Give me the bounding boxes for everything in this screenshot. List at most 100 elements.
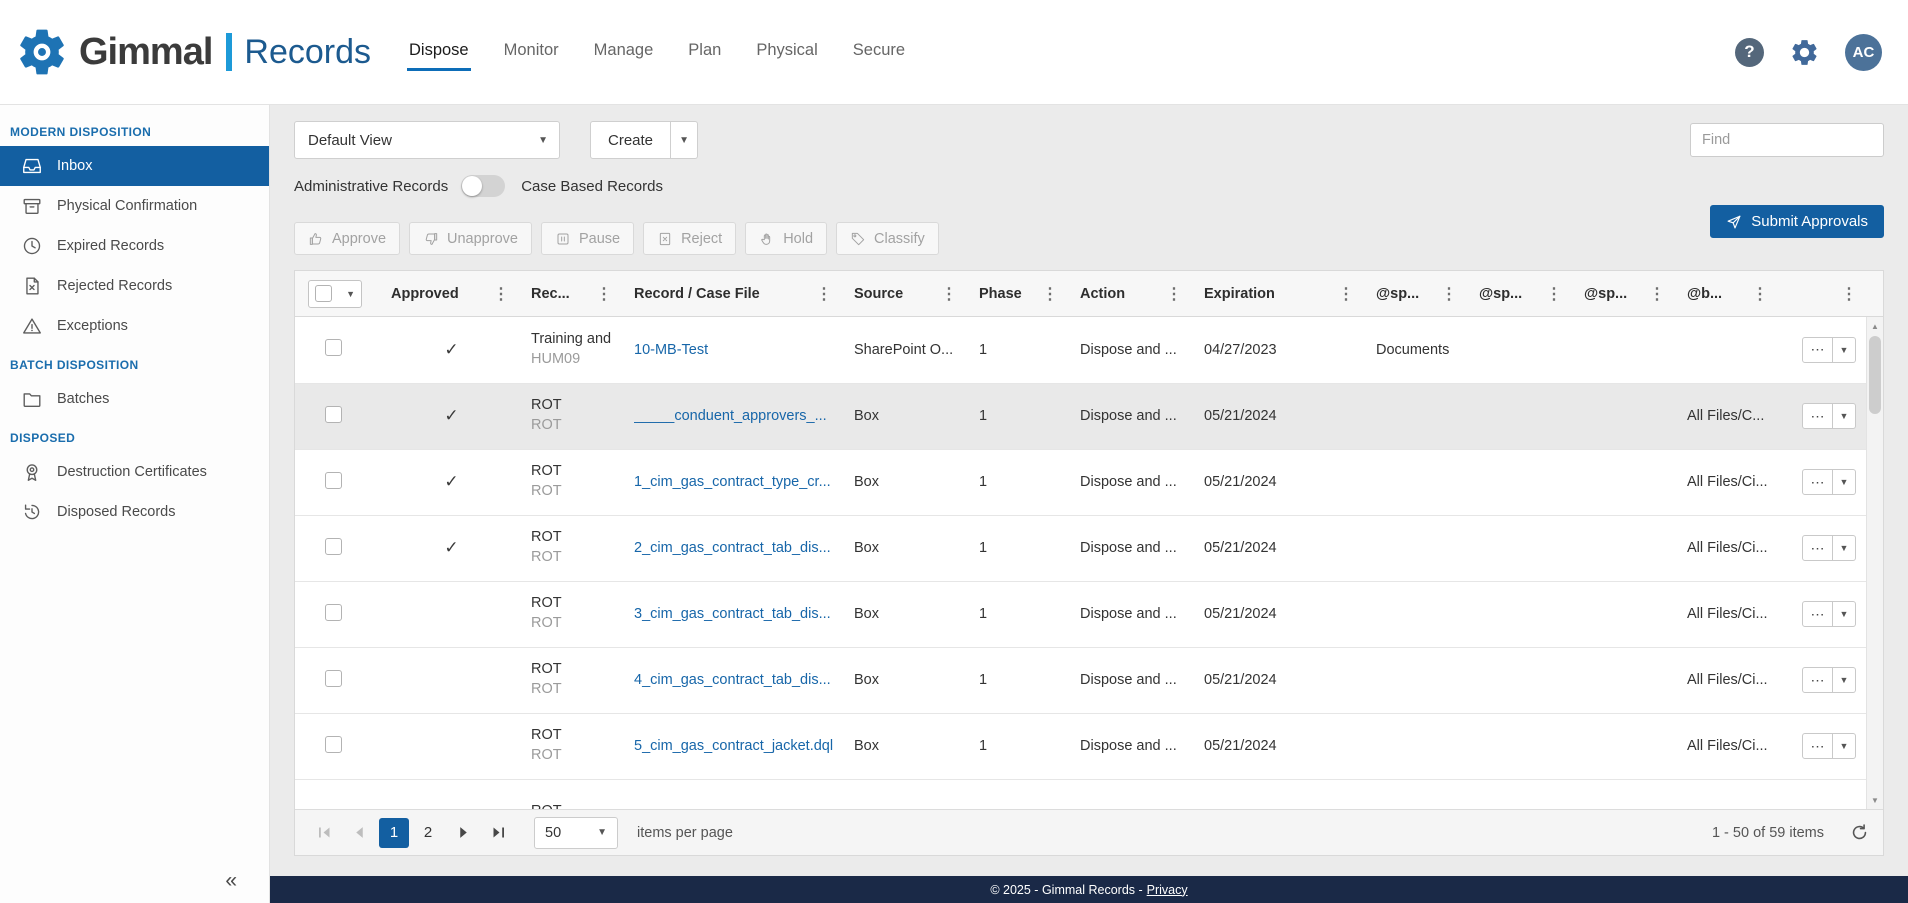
find-input[interactable] bbox=[1690, 123, 1884, 157]
last-page-button[interactable] bbox=[483, 818, 513, 848]
column-header-b[interactable]: @b... bbox=[1687, 286, 1722, 302]
row-more-button[interactable]: ⋯ bbox=[1802, 535, 1833, 561]
column-header-sp[interactable]: @sp... bbox=[1584, 286, 1627, 302]
settings-gear-icon[interactable] bbox=[1789, 37, 1820, 68]
column-header-phase[interactable]: Phase bbox=[979, 286, 1022, 302]
record-link[interactable]: 4_cim_gas_contract_tab_dis... bbox=[634, 672, 835, 688]
hold-button[interactable]: Hold bbox=[745, 222, 827, 255]
row-checkbox[interactable] bbox=[325, 670, 342, 687]
create-dropdown-button[interactable]: ▼ bbox=[671, 121, 698, 159]
unapprove-button[interactable]: Unapprove bbox=[409, 222, 532, 255]
column-menu-icon[interactable]: ⋮ bbox=[490, 284, 512, 304]
sidebar-collapse-button[interactable]: « bbox=[225, 869, 269, 903]
table-row[interactable]: ROTROT5_cim_gas_contract_jacket.dqlBox1D… bbox=[295, 713, 1883, 779]
column-menu-icon[interactable]: ⋮ bbox=[1543, 284, 1565, 304]
column-menu-icon[interactable]: ⋮ bbox=[813, 284, 835, 304]
row-dropdown-button[interactable]: ▼ bbox=[1833, 469, 1856, 495]
table-row[interactable]: ✓ROTROT_____conduent_approvers_...Box1Di… bbox=[295, 383, 1883, 449]
scrollbar-thumb[interactable] bbox=[1869, 336, 1881, 414]
submit-approvals-button[interactable]: Submit Approvals bbox=[1710, 205, 1884, 238]
row-checkbox[interactable] bbox=[325, 604, 342, 621]
create-button[interactable]: Create bbox=[590, 121, 671, 159]
row-checkbox[interactable] bbox=[325, 472, 342, 489]
scroll-down-icon[interactable]: ▼ bbox=[1867, 792, 1883, 808]
table-row[interactable]: ✓ROTROT2_cim_gas_contract_tab_dis...Box1… bbox=[295, 515, 1883, 581]
column-menu-icon[interactable]: ⋮ bbox=[1163, 284, 1185, 304]
table-row[interactable]: ROTROT4_cim_gas_contract_tab_dis...Box1D… bbox=[295, 647, 1883, 713]
sidebar-item-destruction-certificates[interactable]: Destruction Certificates bbox=[0, 452, 269, 492]
row-checkbox[interactable] bbox=[325, 538, 342, 555]
sidebar-item-expired-records[interactable]: Expired Records bbox=[0, 226, 269, 266]
sidebar-item-inbox[interactable]: Inbox bbox=[0, 146, 269, 186]
column-menu-icon[interactable]: ⋮ bbox=[1646, 284, 1668, 304]
first-page-button[interactable] bbox=[309, 818, 339, 848]
nav-tab-monitor[interactable]: Monitor bbox=[502, 33, 561, 71]
column-menu-icon[interactable]: ⋮ bbox=[1335, 284, 1357, 304]
column-menu-icon[interactable]: ⋮ bbox=[1438, 284, 1460, 304]
refresh-icon[interactable] bbox=[1850, 823, 1869, 842]
row-checkbox[interactable] bbox=[325, 339, 342, 356]
column-menu-icon[interactable]: ⋮ bbox=[1039, 284, 1061, 304]
row-more-button[interactable]: ⋯ bbox=[1802, 337, 1833, 363]
row-more-button[interactable]: ⋯ bbox=[1802, 733, 1833, 759]
column-header-source[interactable]: Source bbox=[854, 286, 903, 302]
sidebar-item-batches[interactable]: Batches bbox=[0, 379, 269, 419]
help-button[interactable]: ? bbox=[1735, 38, 1764, 67]
row-checkbox[interactable] bbox=[325, 406, 342, 423]
column-header-approved[interactable]: Approved bbox=[391, 286, 459, 302]
view-select[interactable]: Default View ▼ bbox=[294, 121, 560, 159]
row-more-button[interactable]: ⋯ bbox=[1802, 601, 1833, 627]
sidebar-item-disposed-records[interactable]: Disposed Records bbox=[0, 492, 269, 532]
previous-page-button[interactable] bbox=[344, 818, 374, 848]
select-all-combo[interactable]: ▼ bbox=[308, 280, 362, 308]
column-header-sp[interactable]: @sp... bbox=[1376, 286, 1419, 302]
page-button-1[interactable]: 1 bbox=[379, 818, 409, 848]
row-checkbox[interactable] bbox=[325, 736, 342, 753]
row-dropdown-button[interactable]: ▼ bbox=[1833, 403, 1856, 429]
column-menu-icon[interactable]: ⋮ bbox=[593, 284, 615, 304]
classify-button[interactable]: Classify bbox=[836, 222, 939, 255]
reject-button[interactable]: Reject bbox=[643, 222, 736, 255]
row-more-button[interactable]: ⋯ bbox=[1802, 469, 1833, 495]
select-all-dropdown-icon[interactable]: ▼ bbox=[346, 289, 355, 299]
nav-tab-secure[interactable]: Secure bbox=[851, 33, 907, 71]
scroll-up-icon[interactable]: ▲ bbox=[1867, 318, 1883, 334]
column-header-rec[interactable]: Rec... bbox=[531, 286, 570, 302]
privacy-link[interactable]: Privacy bbox=[1147, 883, 1188, 897]
sidebar-item-exceptions[interactable]: Exceptions bbox=[0, 306, 269, 346]
record-link[interactable]: 1_cim_gas_contract_type_cr... bbox=[634, 474, 835, 490]
approve-button[interactable]: Approve bbox=[294, 222, 400, 255]
row-more-button[interactable]: ⋯ bbox=[1802, 403, 1833, 429]
table-row[interactable]: ROTROT3_cim_gas_contract_tab_dis...Box1D… bbox=[295, 581, 1883, 647]
select-all-checkbox[interactable] bbox=[315, 285, 332, 302]
record-link[interactable]: 3_cim_gas_contract_tab_dis... bbox=[634, 606, 835, 622]
vertical-scrollbar[interactable]: ▲ ▼ bbox=[1866, 317, 1883, 809]
nav-tab-physical[interactable]: Physical bbox=[754, 33, 819, 71]
row-dropdown-button[interactable]: ▼ bbox=[1833, 667, 1856, 693]
column-menu-icon[interactable]: ⋮ bbox=[1749, 284, 1771, 304]
sidebar-item-rejected-records[interactable]: Rejected Records bbox=[0, 266, 269, 306]
record-link[interactable]: 5_cim_gas_contract_jacket.dql bbox=[634, 738, 835, 754]
nav-tab-dispose[interactable]: Dispose bbox=[407, 33, 471, 71]
column-header-sp[interactable]: @sp... bbox=[1479, 286, 1522, 302]
table-row[interactable]: ROT bbox=[295, 779, 1883, 809]
nav-tab-manage[interactable]: Manage bbox=[592, 33, 656, 71]
page-button-2[interactable]: 2 bbox=[413, 818, 443, 848]
row-dropdown-button[interactable]: ▼ bbox=[1833, 337, 1856, 363]
table-row[interactable]: ✓Training and DHUM0910-MB-TestSharePoint… bbox=[295, 317, 1883, 383]
row-dropdown-button[interactable]: ▼ bbox=[1833, 535, 1856, 561]
column-header-expiration[interactable]: Expiration bbox=[1204, 286, 1275, 302]
record-link[interactable]: _____conduent_approvers_... bbox=[634, 408, 835, 424]
row-dropdown-button[interactable]: ▼ bbox=[1833, 601, 1856, 627]
column-menu-icon[interactable]: ⋮ bbox=[1838, 284, 1860, 304]
pause-button[interactable]: Pause bbox=[541, 222, 634, 255]
next-page-button[interactable] bbox=[448, 818, 478, 848]
record-link[interactable]: 10-MB-Test bbox=[634, 342, 835, 358]
column-header-record-case-file[interactable]: Record / Case File bbox=[634, 286, 760, 302]
sidebar-item-physical-confirmation[interactable]: Physical Confirmation bbox=[0, 186, 269, 226]
column-header-action[interactable]: Action bbox=[1080, 286, 1125, 302]
avatar[interactable]: AC bbox=[1845, 34, 1882, 71]
table-row[interactable]: ✓ROTROT1_cim_gas_contract_type_cr...Box1… bbox=[295, 449, 1883, 515]
record-link[interactable]: 2_cim_gas_contract_tab_dis... bbox=[634, 540, 835, 556]
row-more-button[interactable]: ⋯ bbox=[1802, 667, 1833, 693]
